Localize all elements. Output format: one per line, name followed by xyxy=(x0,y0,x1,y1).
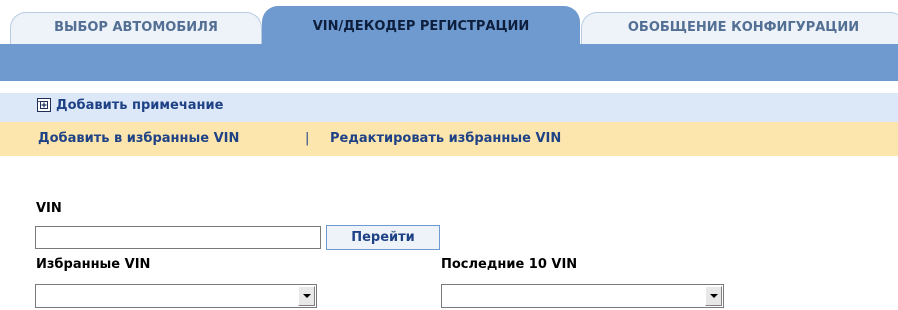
chevron-down-icon[interactable] xyxy=(298,286,315,306)
tab-vin-decoder[interactable]: VIN/ДЕКОДЕР РЕГИСТРАЦИИ xyxy=(262,6,580,44)
favorites-toolbar: Добавить в избранные VIN | Редактировать… xyxy=(0,122,898,156)
tab-configuration-summary[interactable]: ОБОБЩЕНИЕ КОНФИГУРАЦИИ xyxy=(581,12,898,44)
vehicle-selection-app: ВЫБОР АВТОМОБИЛЯ VIN/ДЕКОДЕР РЕГИСТРАЦИИ… xyxy=(0,0,898,310)
vin-label: VIN xyxy=(36,201,62,216)
add-to-favorites-link[interactable]: Добавить в избранные VIN xyxy=(38,131,239,146)
last-10-vins-select[interactable] xyxy=(441,284,724,308)
header-spacer xyxy=(0,81,898,93)
add-note-label: Добавить примечание xyxy=(56,97,224,113)
last-10-vins-label: Последние 10 VIN xyxy=(441,257,578,272)
note-toolbar: Добавить примечание xyxy=(0,93,898,122)
chevron-down-icon[interactable] xyxy=(705,286,722,306)
favorite-vins-select[interactable] xyxy=(35,284,317,308)
tab-strip: ВЫБОР АВТОМОБИЛЯ VIN/ДЕКОДЕР РЕГИСТРАЦИИ… xyxy=(0,0,898,44)
vin-input[interactable] xyxy=(35,226,321,249)
add-note-icon xyxy=(37,98,51,112)
favorites-separator: | xyxy=(305,131,310,146)
tab-vehicle-selection[interactable]: ВЫБОР АВТОМОБИЛЯ xyxy=(10,12,262,44)
go-button[interactable]: Перейти xyxy=(326,225,440,250)
tab-content-header-band xyxy=(0,44,898,81)
edit-favorites-link[interactable]: Редактировать избранные VIN xyxy=(330,131,561,146)
add-note-link[interactable]: Добавить примечание xyxy=(36,97,223,113)
favorite-vins-label: Избранные VIN xyxy=(36,257,151,272)
